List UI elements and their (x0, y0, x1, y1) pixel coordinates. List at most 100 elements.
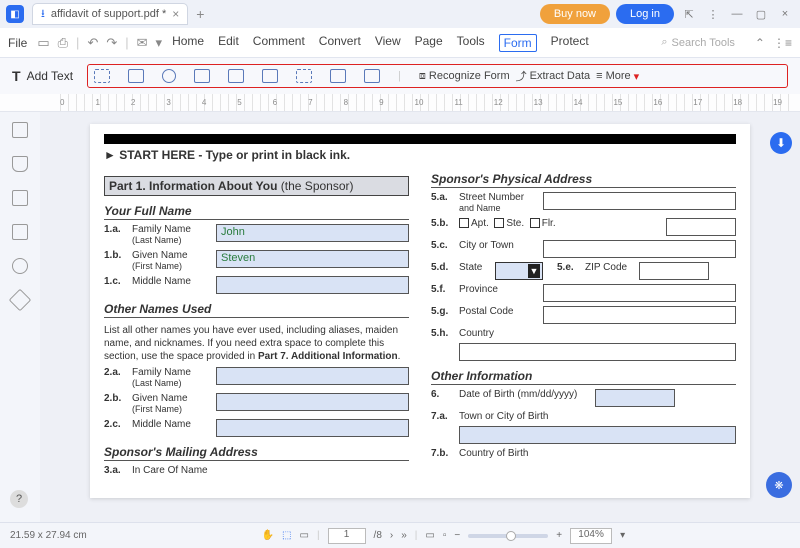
document-viewport[interactable]: ⬇ ► START HERE - Type or print in black … (40, 112, 800, 522)
checkbox-tool-icon[interactable] (128, 69, 144, 83)
minimize-icon[interactable]: — (728, 5, 746, 23)
file-menu[interactable]: File (8, 36, 27, 50)
assistant-fab[interactable]: ❋ (766, 472, 792, 498)
menu-home[interactable]: Home (172, 34, 204, 52)
zoom-out-icon[interactable]: − (454, 530, 460, 541)
search-icon: ⌕ (661, 36, 667, 49)
form-tools-highlight: | ⧈Recognize Form ⤴Extract Data ≡More▾ (87, 64, 788, 88)
slider-thumb[interactable] (506, 531, 516, 541)
dob-field[interactable] (595, 389, 675, 407)
close-icon[interactable]: × (776, 5, 794, 23)
select-tool-icon[interactable]: ⬚ (282, 530, 291, 541)
more-button[interactable]: ≡More▾ (596, 70, 639, 83)
image-tool-icon[interactable] (330, 69, 346, 83)
open-icon[interactable]: ▭ (37, 35, 49, 51)
titlebar: ◧ ⭳ affidavit of support.pdf * × + Buy n… (0, 0, 800, 28)
start-here: ► START HERE - Type or print in black in… (104, 148, 736, 162)
country-field[interactable] (459, 343, 736, 361)
other-family-name-field[interactable] (216, 367, 409, 385)
province-field[interactable] (543, 284, 736, 302)
undo-icon[interactable]: ↶ (87, 35, 98, 51)
recognize-form-button[interactable]: ⧈Recognize Form (419, 70, 510, 83)
hand-tool-icon[interactable]: ✋ (262, 530, 274, 541)
new-tab-button[interactable]: + (196, 6, 204, 22)
print-icon[interactable]: ⎙ (58, 35, 68, 51)
signature-tool-icon[interactable] (296, 69, 312, 83)
mail-icon[interactable]: ✉ (137, 35, 148, 51)
tool-search[interactable]: ⌕ Search Tools (661, 36, 735, 49)
layers-icon[interactable] (9, 289, 32, 312)
page-input[interactable]: 1 (328, 528, 366, 544)
unit-field[interactable] (666, 218, 736, 236)
other-middle-name-field[interactable] (216, 419, 409, 437)
left-column: Part 1. Information About You (the Spons… (104, 170, 409, 480)
redo-icon[interactable]: ↷ (106, 35, 117, 51)
ste-checkbox[interactable] (494, 218, 504, 228)
zip-field[interactable] (639, 262, 709, 280)
othernames-note: List all other names you have ever used,… (104, 324, 409, 363)
state-select[interactable]: ▼ (495, 262, 543, 280)
city-field[interactable] (543, 240, 736, 258)
fit-page-icon[interactable]: ▫ (443, 530, 447, 541)
dropdown-icon[interactable]: ▾ (156, 35, 163, 51)
other-given-name-field[interactable] (216, 393, 409, 411)
export-icon[interactable]: ⇱ (680, 5, 698, 23)
kebab-icon[interactable]: ⋮ (704, 5, 722, 23)
tab-filename: affidavit of support.pdf * (51, 8, 166, 20)
settings-icon[interactable]: ⋮≡ (773, 36, 792, 50)
attachments-icon[interactable] (12, 190, 28, 206)
scroll-badge[interactable]: ⬇ (770, 132, 792, 154)
menu-tools[interactable]: Tools (457, 34, 485, 52)
bookmarks-icon[interactable] (12, 156, 28, 172)
othernames-heading: Other Names Used (104, 302, 409, 318)
zoom-slider[interactable] (468, 534, 548, 538)
apt-checkbox[interactable] (459, 218, 469, 228)
text-icon: T (12, 68, 21, 84)
given-name-field[interactable]: Steven (216, 250, 409, 268)
menu-edit[interactable]: Edit (218, 34, 239, 52)
family-name-field[interactable]: John (216, 224, 409, 242)
help-button[interactable]: ? (10, 490, 28, 508)
zoom-dropdown-icon[interactable]: ▾ (620, 530, 625, 541)
extract-data-button[interactable]: ⤴Extract Data (516, 68, 591, 84)
app-icon: ◧ (6, 5, 24, 23)
pdf-page: ► START HERE - Type or print in black in… (90, 124, 750, 498)
zoom-in-icon[interactable]: + (556, 530, 562, 541)
textfield-tool-icon[interactable] (94, 69, 110, 83)
maximize-icon[interactable]: ▢ (752, 5, 770, 23)
birth-city-field[interactable] (459, 426, 736, 444)
search-placeholder: Search Tools (672, 37, 735, 49)
login-button[interactable]: Log in (616, 4, 674, 24)
menu-view[interactable]: View (375, 34, 401, 52)
postal-field[interactable] (543, 306, 736, 324)
menubar: File ▭ ⎙ | ↶ ↷ | ✉ ▾ Home Edit Comment C… (0, 28, 800, 58)
street-field[interactable] (543, 192, 736, 210)
buy-now-button[interactable]: Buy now (540, 4, 610, 24)
fit-width-icon[interactable]: ▭ (425, 530, 434, 541)
menu-comment[interactable]: Comment (253, 34, 305, 52)
date-tool-icon[interactable] (364, 69, 380, 83)
add-text-tool[interactable]: T Add Text (12, 68, 73, 84)
middle-name-field[interactable] (216, 276, 409, 294)
button-tool-icon[interactable] (262, 69, 278, 83)
search-panel-icon[interactable] (12, 258, 28, 274)
read-mode-icon[interactable]: ▭ (299, 530, 308, 541)
document-tab[interactable]: ⭳ affidavit of support.pdf * × (32, 3, 188, 25)
radio-tool-icon[interactable] (162, 69, 176, 83)
dropdown-tool-icon[interactable] (194, 69, 210, 83)
main-menu-items: Home Edit Comment Convert View Page Tool… (172, 34, 589, 52)
last-page-icon[interactable]: » (401, 530, 407, 541)
zoom-value[interactable]: 104% (570, 528, 612, 544)
flr-checkbox[interactable] (530, 218, 540, 228)
listbox-tool-icon[interactable] (228, 69, 244, 83)
page-dimensions: 21.59 x 27.94 cm (10, 530, 87, 541)
menu-protect[interactable]: Protect (551, 34, 589, 52)
comments-icon[interactable] (12, 224, 28, 240)
next-page-icon[interactable]: › (390, 530, 393, 541)
menu-convert[interactable]: Convert (319, 34, 361, 52)
menu-page[interactable]: Page (415, 34, 443, 52)
menu-form[interactable]: Form (499, 34, 537, 52)
thumbnails-icon[interactable] (12, 122, 28, 138)
hide-ribbon-icon[interactable]: ⌃ (755, 36, 765, 50)
close-tab-icon[interactable]: × (172, 7, 179, 21)
